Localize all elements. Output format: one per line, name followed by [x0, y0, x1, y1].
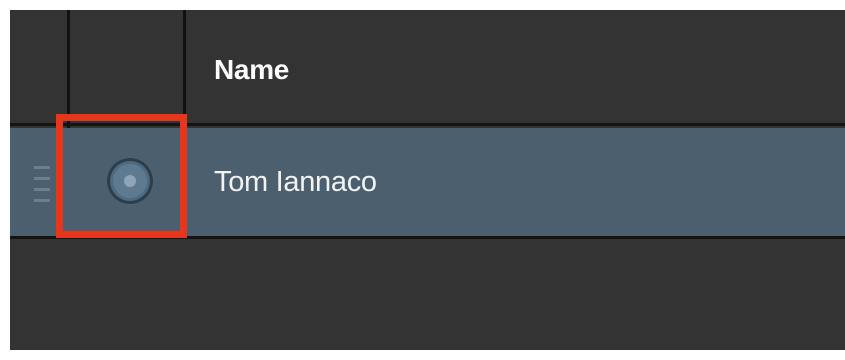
- table-panel: Name Tom Iannaco: [10, 10, 845, 350]
- row-radio-button[interactable]: [107, 158, 153, 204]
- table-header: Name: [10, 10, 845, 126]
- selection-cell: [73, 128, 185, 236]
- column-divider-select: [183, 10, 186, 128]
- drag-handle-icon[interactable]: [34, 166, 50, 202]
- screenshot: Name Tom Iannaco: [0, 0, 845, 360]
- column-divider-handle: [67, 10, 70, 128]
- column-header-name[interactable]: Name: [214, 52, 289, 88]
- header-divider: [10, 123, 845, 126]
- row-name-cell[interactable]: Tom Iannaco: [214, 162, 377, 202]
- table-row[interactable]: Tom Iannaco: [10, 128, 845, 236]
- empty-table-area: [10, 239, 845, 350]
- radio-dot-icon: [124, 175, 136, 187]
